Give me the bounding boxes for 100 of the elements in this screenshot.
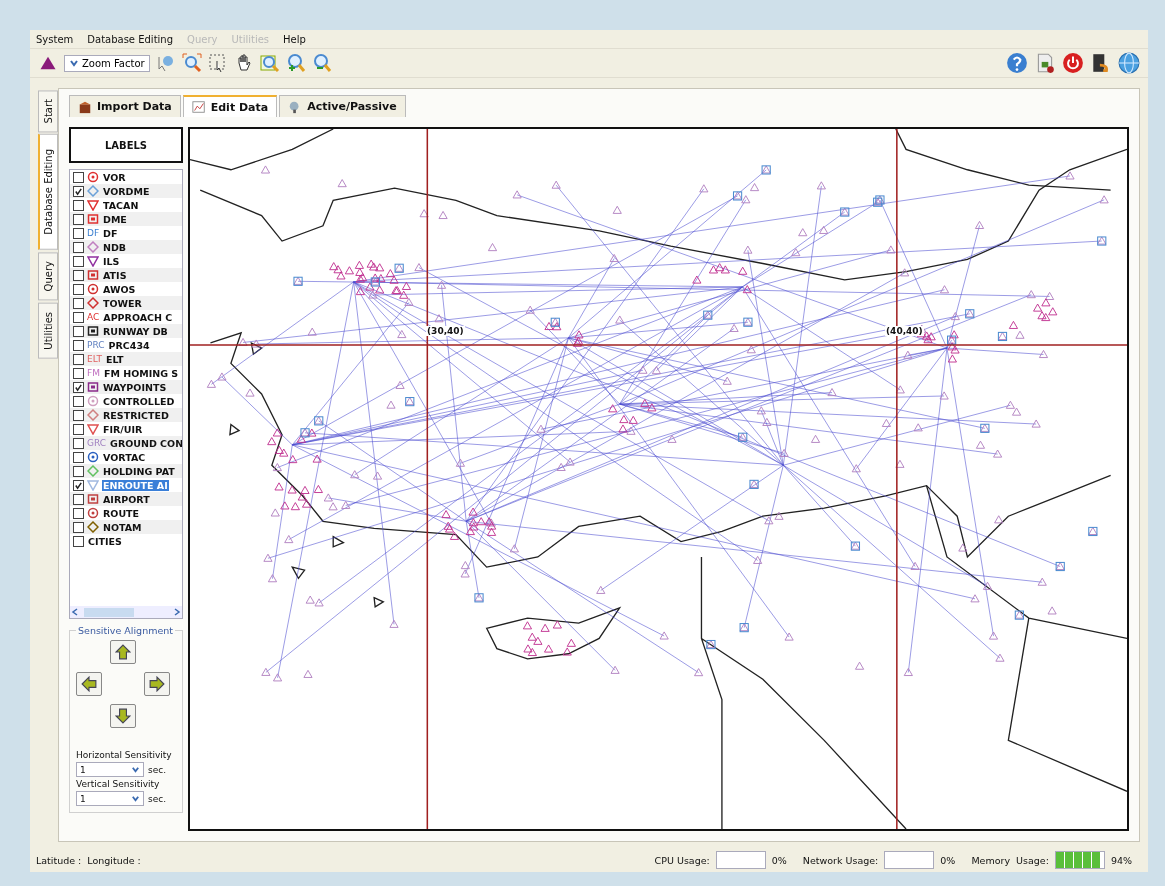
power-icon[interactable] — [1062, 52, 1084, 74]
checkbox[interactable] — [73, 213, 84, 225]
select-area-icon[interactable] — [207, 53, 228, 73]
grid-coordinate-label: (30,40) — [426, 326, 465, 336]
checkbox[interactable] — [73, 381, 84, 393]
side-tab[interactable]: Utilities — [38, 302, 58, 359]
layer-name[interactable]: ATIS — [102, 269, 128, 281]
layer-name[interactable]: DF — [102, 227, 119, 239]
menu-item[interactable]: Help — [283, 33, 306, 45]
layer-name[interactable]: ROUTE — [102, 507, 141, 519]
scroll-right-icon[interactable] — [172, 607, 182, 617]
checkbox[interactable] — [73, 269, 84, 281]
side-tab[interactable]: Start — [38, 90, 58, 133]
labels-button[interactable]: LABELS — [69, 127, 183, 163]
globe-icon[interactable] — [1118, 52, 1140, 74]
network-usage-label: Network Usage: — [802, 854, 879, 866]
horizontal-scrollbar[interactable] — [70, 606, 182, 618]
unit-label: sec. — [148, 764, 167, 775]
menu-item[interactable]: Database Editing — [87, 33, 174, 45]
tab[interactable]: Active/Passive — [279, 95, 406, 117]
checkbox[interactable] — [73, 409, 84, 421]
layer-symbol-icon — [87, 213, 99, 225]
layer-name[interactable]: CONTROLLED — [102, 395, 176, 407]
checkbox[interactable] — [73, 367, 84, 379]
checkbox[interactable] — [73, 423, 84, 435]
checkbox[interactable] — [73, 437, 84, 449]
layer-name[interactable]: DME — [102, 213, 128, 225]
checkbox[interactable] — [73, 185, 84, 197]
layer-name[interactable]: CITIES — [87, 535, 123, 547]
cpu-usage-meter — [715, 851, 766, 869]
chevron-down-icon — [69, 58, 79, 68]
checkbox[interactable] — [73, 493, 84, 505]
layer-name[interactable]: VORTAC — [102, 451, 147, 463]
checkbox[interactable] — [73, 507, 84, 519]
layer-name[interactable]: PRC434 — [107, 339, 151, 351]
checkbox[interactable] — [73, 297, 84, 309]
checkbox[interactable] — [73, 283, 84, 295]
layer-name[interactable]: AWOS — [102, 283, 137, 295]
grid-coordinate-label: (40,40) — [885, 326, 924, 336]
checkbox[interactable] — [73, 311, 84, 323]
checkbox[interactable] — [73, 339, 84, 351]
longitude-label: Longitude : — [87, 854, 141, 866]
up-arrow-button[interactable] — [110, 640, 136, 664]
network-usage-value: 0% — [940, 854, 956, 866]
checkbox[interactable] — [73, 171, 84, 183]
layer-name[interactable]: TACAN — [102, 199, 140, 211]
layer-symbol-icon — [87, 325, 99, 337]
zoom-factor-dropdown[interactable]: Zoom Factor — [64, 54, 150, 72]
menu-item[interactable]: System — [36, 33, 74, 45]
checkbox[interactable] — [73, 479, 84, 491]
checkbox[interactable] — [73, 325, 84, 337]
cpu-usage-value: 0% — [771, 854, 787, 866]
side-tab[interactable]: Database Editing — [38, 134, 58, 251]
layer-abbreviation: ELT — [87, 354, 102, 364]
zoom-box-icon[interactable] — [259, 53, 280, 73]
box-icon — [78, 99, 92, 114]
tab[interactable]: Import Data — [69, 95, 181, 117]
left-arrow-button[interactable] — [76, 672, 102, 696]
checkbox[interactable] — [73, 521, 84, 533]
layer-abbreviation: DF — [87, 228, 100, 238]
field-label: Vertical Sensitivity — [76, 779, 161, 789]
checkbox[interactable] — [73, 255, 84, 267]
layer-name[interactable]: NDB — [102, 241, 128, 253]
network-usage-meter — [884, 851, 935, 869]
checkbox[interactable] — [73, 353, 84, 365]
checkbox[interactable] — [73, 465, 84, 477]
layer-name[interactable]: GROUND CON — [109, 437, 182, 449]
layer-symbol-icon — [87, 199, 99, 211]
layer-symbol-icon — [87, 171, 99, 183]
map-canvas[interactable]: (30,40) (40,40) — [188, 127, 1129, 831]
layer-name[interactable]: APPROACH C — [102, 311, 174, 323]
sensitivity-dropdown[interactable]: 1 — [76, 791, 144, 806]
checkbox[interactable] — [73, 199, 84, 211]
side-tab[interactable]: Query — [38, 252, 58, 301]
sensitivity-dropdown[interactable]: 1 — [76, 762, 144, 777]
zoom-extent-icon[interactable] — [181, 53, 202, 73]
checkbox[interactable] — [73, 241, 84, 253]
right-arrow-button[interactable] — [144, 672, 170, 696]
layer-symbol-icon — [87, 381, 99, 393]
layer-name[interactable]: ENROUTE AI — [102, 479, 169, 491]
help-icon[interactable] — [1006, 52, 1028, 74]
layer-name[interactable]: FM HOMING S — [102, 367, 180, 379]
layer-name[interactable]: VOR — [102, 171, 127, 183]
checkbox[interactable] — [73, 535, 84, 547]
checkbox[interactable] — [73, 227, 84, 239]
scroll-left-icon[interactable] — [70, 607, 80, 617]
tab[interactable]: Edit Data — [182, 95, 278, 117]
chevron-down-icon — [131, 794, 140, 803]
memory-usage-value: 94% — [1110, 854, 1132, 866]
zoom-in-icon[interactable] — [285, 53, 306, 73]
zoom-out-icon[interactable] — [311, 53, 332, 73]
layer-name[interactable]: FIR/UIR — [102, 423, 144, 435]
checkbox[interactable] — [73, 451, 84, 463]
layer-name[interactable]: ELT — [104, 353, 125, 365]
down-arrow-button[interactable] — [110, 704, 136, 728]
checkbox[interactable] — [73, 395, 84, 407]
layer-symbol-icon — [87, 297, 99, 309]
layer-symbol-icon — [87, 185, 99, 197]
layer-name[interactable]: ILS — [102, 255, 121, 267]
layer-symbol-icon — [87, 423, 99, 435]
